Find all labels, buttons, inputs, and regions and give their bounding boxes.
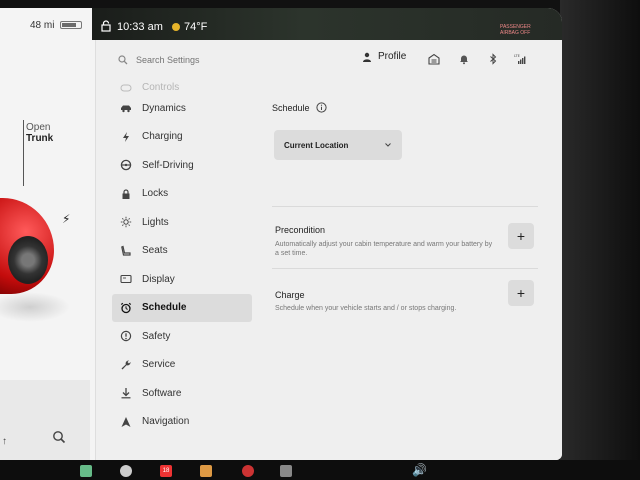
bell-icon[interactable] xyxy=(458,53,470,65)
plus-icon: + xyxy=(516,228,526,244)
taskbar: 18 🔊 xyxy=(0,460,640,480)
seat-icon xyxy=(121,245,131,256)
bluetooth-icon[interactable] xyxy=(487,53,499,65)
settings-panel: Profile LTE xyxy=(96,40,562,460)
schedule-title: Schedule xyxy=(272,102,310,113)
menu-item-label: Display xyxy=(142,273,175,285)
passenger-airbag-status: PASSENGER AIRBAG OFF xyxy=(500,24,554,36)
alarm-clock-icon xyxy=(120,302,132,313)
status-bar: 10:33 am 74°F PASSENGER AIRBAG OFF xyxy=(92,8,562,40)
menu-item-safety[interactable]: Safety xyxy=(112,322,252,351)
search-icon xyxy=(118,55,128,65)
menu-item-service[interactable]: Service xyxy=(112,351,252,380)
open-trunk-button[interactable]: Open Trunk xyxy=(26,122,53,144)
charge-title: Charge xyxy=(275,290,305,300)
plus-icon: + xyxy=(516,285,526,301)
charge-port-bolt-icon[interactable]: ⚡ xyxy=(62,212,70,226)
car-icon xyxy=(121,105,131,113)
airbag-line2: AIRBAG OFF xyxy=(500,30,531,36)
arrow-up-icon[interactable]: ↑ xyxy=(2,436,7,447)
car-panel: 48 mi Open Trunk ⚡ ↑ xyxy=(0,8,96,460)
add-charge-schedule-button[interactable]: + xyxy=(508,280,534,306)
search-icon[interactable] xyxy=(52,430,66,444)
chevron-down-icon xyxy=(385,143,391,147)
range-readout: 48 mi xyxy=(30,20,55,31)
display-icon xyxy=(120,275,132,284)
person-icon xyxy=(363,52,371,62)
dashcam-icon[interactable] xyxy=(280,465,292,477)
menu-item-locks[interactable]: Locks xyxy=(112,180,252,209)
bezel xyxy=(560,0,640,480)
menu-item-label: Service xyxy=(142,359,176,371)
display-frame: 48 mi Open Trunk ⚡ ↑ 10:33 am 74°F PASSE… xyxy=(0,0,640,480)
precondition-description: Automatically adjust your cabin temperat… xyxy=(275,241,493,257)
lte-signal-icon: LTE xyxy=(514,54,526,64)
profile-label: Profile xyxy=(378,51,407,62)
svg-text:LTE: LTE xyxy=(514,54,520,58)
lock-icon[interactable] xyxy=(100,20,112,32)
settings-menu: Controls Dynamics Charging Self-Driving … xyxy=(112,82,252,436)
light-icon xyxy=(120,217,132,228)
car-bottom-area xyxy=(0,380,90,460)
steering-wheel-icon xyxy=(120,160,132,171)
schedule-detail: Schedule Current Location Precondition A… xyxy=(272,102,538,312)
car-wheel xyxy=(8,236,48,284)
menu-item-display[interactable]: Display xyxy=(112,265,252,294)
calendar-icon[interactable]: 18 xyxy=(160,465,172,477)
safety-icon xyxy=(120,331,132,342)
menu-item-lights[interactable]: Lights xyxy=(112,208,252,237)
info-icon[interactable] xyxy=(315,102,327,113)
location-dropdown[interactable]: Current Location xyxy=(274,130,402,160)
menu-item-charging[interactable]: Charging xyxy=(112,123,252,152)
menu-item-schedule[interactable]: Schedule xyxy=(112,293,252,322)
menu-item-label: Controls xyxy=(142,82,180,93)
profile-button[interactable]: Profile xyxy=(362,51,406,62)
menu-item-software[interactable]: Software xyxy=(112,379,252,408)
menu-item-label: Schedule xyxy=(142,302,187,314)
toybox-icon[interactable] xyxy=(200,465,212,477)
menu-item-label: Self-Driving xyxy=(142,159,194,171)
camera-icon[interactable] xyxy=(120,465,132,477)
search-settings-input[interactable] xyxy=(136,52,276,68)
precondition-title: Precondition xyxy=(275,225,326,235)
divider xyxy=(272,268,538,269)
menu-item-seats[interactable]: Seats xyxy=(112,237,252,266)
garage-icon[interactable] xyxy=(428,53,440,65)
lock-icon xyxy=(122,189,130,199)
menu-item-label: Charging xyxy=(142,131,183,143)
menu-item-self-driving[interactable]: Self-Driving xyxy=(112,151,252,180)
schedule-heading: Schedule xyxy=(272,102,538,113)
menu-item-controls[interactable]: Controls xyxy=(112,82,252,94)
bolt-icon xyxy=(123,131,129,142)
wrench-icon xyxy=(121,360,131,370)
clock: 10:33 am xyxy=(117,21,163,33)
trunk-indicator-line xyxy=(23,120,24,186)
menu-item-label: Seats xyxy=(142,245,168,257)
menu-item-label: Locks xyxy=(142,188,169,200)
menu-item-label: Software xyxy=(142,387,182,399)
menu-item-dynamics[interactable]: Dynamics xyxy=(112,94,252,123)
outside-temperature: 74°F xyxy=(184,21,208,33)
app-icon[interactable] xyxy=(80,465,92,477)
screen: 48 mi Open Trunk ⚡ ↑ 10:33 am 74°F PASSE… xyxy=(0,8,562,460)
volume-icon[interactable]: 🔊 xyxy=(412,463,427,477)
navigation-icon xyxy=(121,416,131,427)
battery-icon xyxy=(60,21,82,29)
weather-sun-icon xyxy=(172,23,180,31)
add-precondition-button[interactable]: + xyxy=(508,223,534,249)
menu-item-label: Navigation xyxy=(142,416,190,428)
charge-description: Schedule when your vehicle starts and / … xyxy=(275,305,457,312)
menu-item-navigation[interactable]: Navigation xyxy=(112,408,252,437)
car-shadow xyxy=(0,292,70,322)
divider xyxy=(272,206,538,207)
menu-item-label: Safety xyxy=(142,330,171,342)
download-icon xyxy=(121,388,131,399)
menu-item-label: Lights xyxy=(142,216,169,228)
trunk-label: Trunk xyxy=(26,133,54,144)
menu-item-label: Dynamics xyxy=(142,102,186,114)
location-dropdown-value: Current Location xyxy=(284,140,349,150)
toggle-icon xyxy=(120,84,132,92)
open-trunk-label: Open xyxy=(26,122,51,133)
arcade-joystick-icon[interactable] xyxy=(242,465,254,477)
